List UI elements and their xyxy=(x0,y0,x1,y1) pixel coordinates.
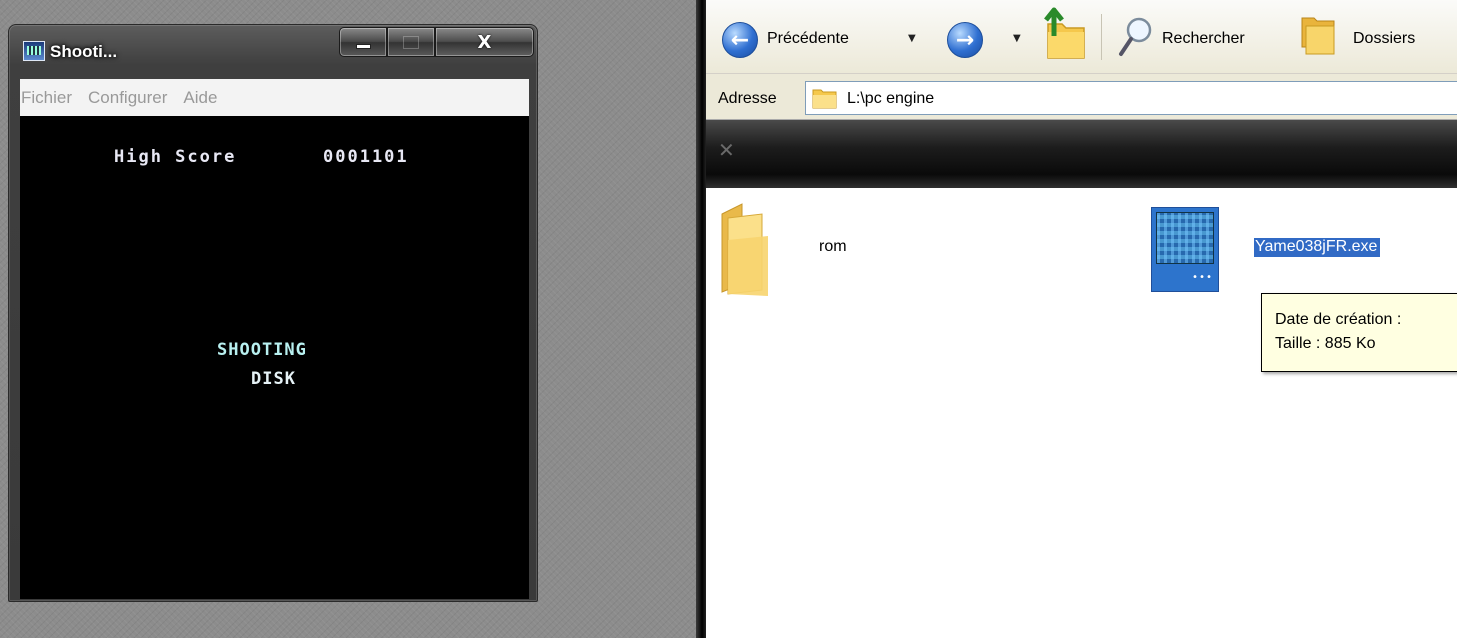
window-divider xyxy=(696,0,706,638)
emulator-app-icon[interactable] xyxy=(23,41,45,61)
executable-icon[interactable]: ••• xyxy=(1151,207,1219,292)
minimize-icon xyxy=(355,43,371,49)
file-tooltip: Date de création : Taille : 885 Ko xyxy=(1261,293,1457,372)
back-label[interactable]: Précédente xyxy=(767,30,849,48)
toolbar-separator xyxy=(1101,14,1102,60)
game-title-line2: DISK xyxy=(251,369,296,389)
folder-icon xyxy=(812,89,837,109)
arrow-right-icon: → xyxy=(955,27,975,53)
folder-icon[interactable] xyxy=(716,200,778,296)
maximize-icon xyxy=(403,35,419,49)
explorer-toolbar: ← Précédente ▼ → ▼ Rechercher Dossiers xyxy=(706,0,1457,74)
window-controls: X xyxy=(339,27,534,57)
menu-configurer[interactable]: Configurer xyxy=(88,88,167,108)
emulator-menubar: Fichier Configurer Aide xyxy=(20,79,529,116)
folder-up-icon[interactable] xyxy=(1034,6,1088,62)
exe-thumbnail xyxy=(1156,212,1214,264)
folders-label[interactable]: Dossiers xyxy=(1353,30,1415,48)
emulator-title: Shooti... xyxy=(50,42,118,61)
emulator-titlebar[interactable]: Shooti... X xyxy=(9,25,537,79)
file-list: rom ••• Yame038jFR.exe Date de création … xyxy=(706,188,1457,638)
back-button[interactable]: ← xyxy=(722,22,758,58)
high-score-label: High Score xyxy=(114,147,237,167)
exe-dots: ••• xyxy=(1191,272,1213,283)
search-icon[interactable] xyxy=(1117,14,1155,62)
emulator-window: Shooti... X Fichier Configurer Aide High… xyxy=(8,24,538,602)
tooltip-creation-date: Date de création : xyxy=(1275,311,1402,328)
high-score-value: 0001101 xyxy=(323,147,409,167)
minimize-button[interactable] xyxy=(339,27,387,57)
back-dropdown-icon[interactable]: ▼ xyxy=(908,33,916,44)
address-field[interactable]: L:\pc engine xyxy=(805,81,1457,115)
forward-dropdown-icon[interactable]: ▼ xyxy=(1013,33,1021,44)
maximize-button[interactable] xyxy=(387,27,435,57)
menu-fichier[interactable]: Fichier xyxy=(21,88,72,108)
close-icon[interactable]: ✕ xyxy=(718,138,735,162)
close-icon: X xyxy=(477,31,492,53)
file-name-rom[interactable]: rom xyxy=(819,238,847,256)
explorer-window: ← Précédente ▼ → ▼ Rechercher Dossiers A… xyxy=(706,0,1457,638)
forward-button[interactable]: → xyxy=(947,22,983,58)
close-button[interactable]: X xyxy=(435,27,534,57)
folders-icon[interactable] xyxy=(1298,12,1338,58)
file-name-exe[interactable]: Yame038jFR.exe xyxy=(1252,237,1382,258)
game-screen[interactable]: High Score 0001101 SHOOTING DISK xyxy=(20,116,529,599)
address-label: Adresse xyxy=(718,90,777,107)
tooltip-size: Taille : 885 Ko xyxy=(1275,335,1376,352)
arrow-left-icon: ← xyxy=(730,27,750,53)
menu-aide[interactable]: Aide xyxy=(183,88,217,108)
address-value: L:\pc engine xyxy=(847,90,935,107)
dark-panel-bar: ✕ xyxy=(706,120,1457,188)
game-title-line1: SHOOTING xyxy=(217,340,307,360)
search-label[interactable]: Rechercher xyxy=(1162,30,1245,48)
address-bar: Adresse L:\pc engine xyxy=(706,74,1457,120)
